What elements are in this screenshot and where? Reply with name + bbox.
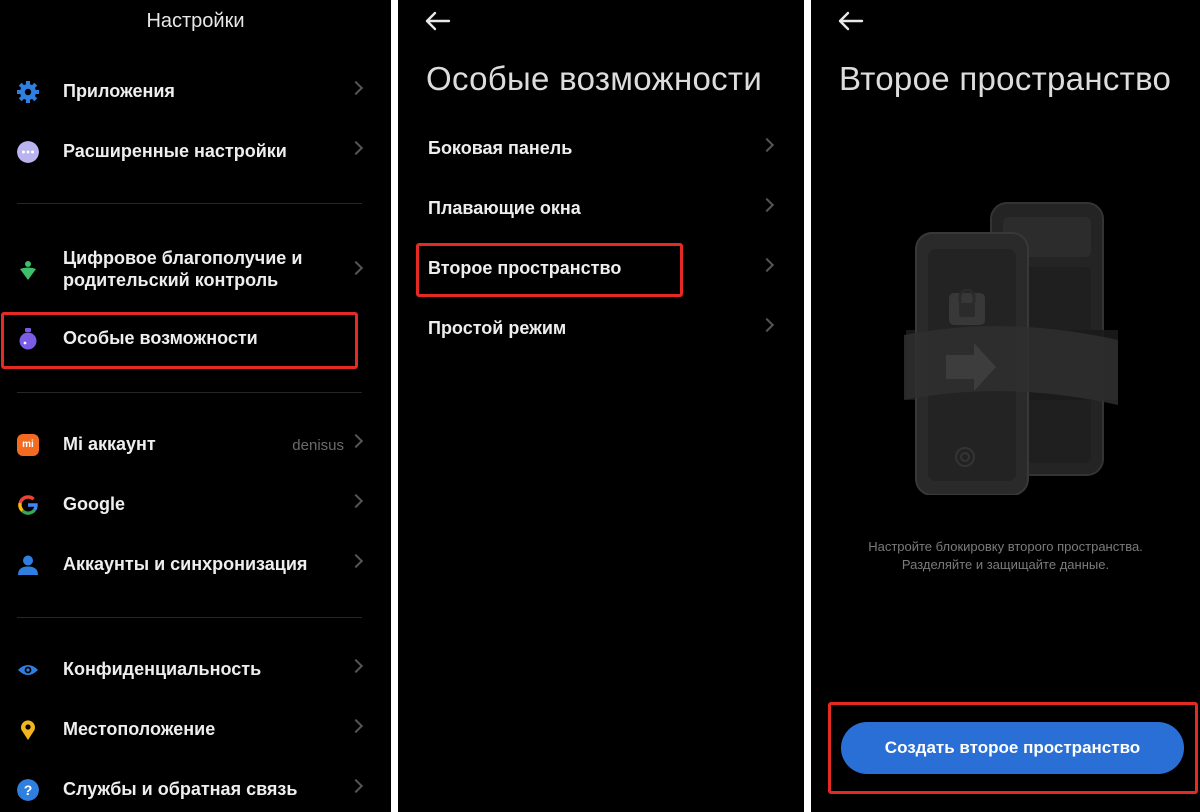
more-icon: [17, 141, 39, 163]
settings-item-label: Google: [63, 494, 125, 514]
divider: [17, 392, 362, 393]
account-name: denisus: [292, 437, 344, 454]
settings-item-google[interactable]: Google: [0, 480, 391, 530]
settings-item-mi-account[interactable]: mi Mi аккаунт denisus: [0, 420, 391, 470]
settings-item-label: Приложения: [63, 81, 175, 101]
settings-item-wellbeing[interactable]: Цифровое благополучие и родительский кон…: [0, 243, 391, 299]
menu-item-simple-mode[interactable]: Простой режим: [398, 304, 804, 354]
description-line: Настройте блокировку второго пространств…: [868, 539, 1143, 554]
menu-item-label: Боковая панель: [428, 138, 573, 158]
chevron-right-icon: [348, 433, 364, 449]
divider: [17, 203, 362, 204]
chevron-right-icon: [759, 317, 775, 333]
settings-item-label: Расширенные настройки: [63, 141, 287, 161]
description: Настройте блокировку второго пространств…: [811, 538, 1200, 574]
second-space-illustration: [904, 202, 1118, 495]
chevron-right-icon: [759, 197, 775, 213]
svg-text:?: ?: [24, 782, 33, 798]
settings-item-location[interactable]: Местоположение: [0, 705, 391, 755]
page-title: Второе пространство: [839, 60, 1172, 97]
back-arrow-icon[interactable]: [836, 7, 866, 35]
person-icon: [18, 555, 38, 575]
chevron-right-icon: [348, 260, 364, 276]
highlight-box: [1, 312, 358, 369]
settings-item-label: Конфиденциальность: [63, 659, 262, 679]
chevron-right-icon: [348, 658, 364, 674]
page-title: Особые возможности: [426, 60, 763, 97]
chevron-right-icon: [348, 493, 364, 509]
menu-item-floating-windows[interactable]: Плавающие окна: [398, 184, 804, 234]
divider: [17, 617, 362, 618]
chevron-right-icon: [348, 140, 364, 156]
settings-item-accounts-sync[interactable]: Аккаунты и синхронизация: [0, 540, 391, 590]
chevron-right-icon: [348, 778, 364, 794]
page-title: Настройки: [146, 10, 245, 32]
settings-item-services-feedback[interactable]: ? Службы и обратная связь: [0, 765, 391, 812]
menu-item-label: Простой режим: [428, 318, 567, 338]
menu-item-label: Плавающие окна: [428, 198, 581, 218]
help-icon: ?: [17, 779, 39, 801]
accessibility-screen: Особые возможности Боковая панель Плаваю…: [398, 0, 804, 812]
chevron-right-icon: [759, 137, 775, 153]
mi-icon: mi: [17, 434, 39, 456]
chevron-right-icon: [759, 257, 775, 273]
google-icon: [18, 495, 38, 515]
highlight-box: [828, 702, 1198, 794]
settings-item-apps[interactable]: Приложения: [0, 67, 391, 117]
chevron-right-icon: [348, 718, 364, 734]
gear-icon: [17, 81, 39, 103]
settings-item-label: Местоположение: [63, 719, 216, 739]
back-arrow-icon[interactable]: [423, 7, 453, 35]
menu-item-side-panel[interactable]: Боковая панель: [398, 124, 804, 174]
location-pin-icon: [21, 720, 35, 740]
settings-item-label: Mi аккаунт: [63, 434, 156, 454]
wellbeing-icon: [20, 261, 36, 280]
settings-item-privacy[interactable]: Конфиденциальность: [0, 645, 391, 695]
eye-icon: [18, 665, 38, 675]
settings-item-label: Аккаунты и синхронизация: [63, 554, 308, 574]
second-space-screen: Второе пространство Настройте блокировку…: [811, 0, 1200, 812]
chevron-right-icon: [348, 553, 364, 569]
settings-item-label: Службы и обратная связь: [63, 779, 298, 799]
settings-item-label: Цифровое благополучие и родительский кон…: [63, 248, 303, 290]
chevron-right-icon: [348, 80, 364, 96]
description-line: Разделяйте и защищайте данные.: [901, 557, 1110, 572]
highlight-box: [416, 243, 683, 297]
settings-screen: Настройки Приложения Расширенные настрой…: [0, 0, 391, 812]
settings-item-advanced[interactable]: Расширенные настройки: [0, 127, 391, 177]
